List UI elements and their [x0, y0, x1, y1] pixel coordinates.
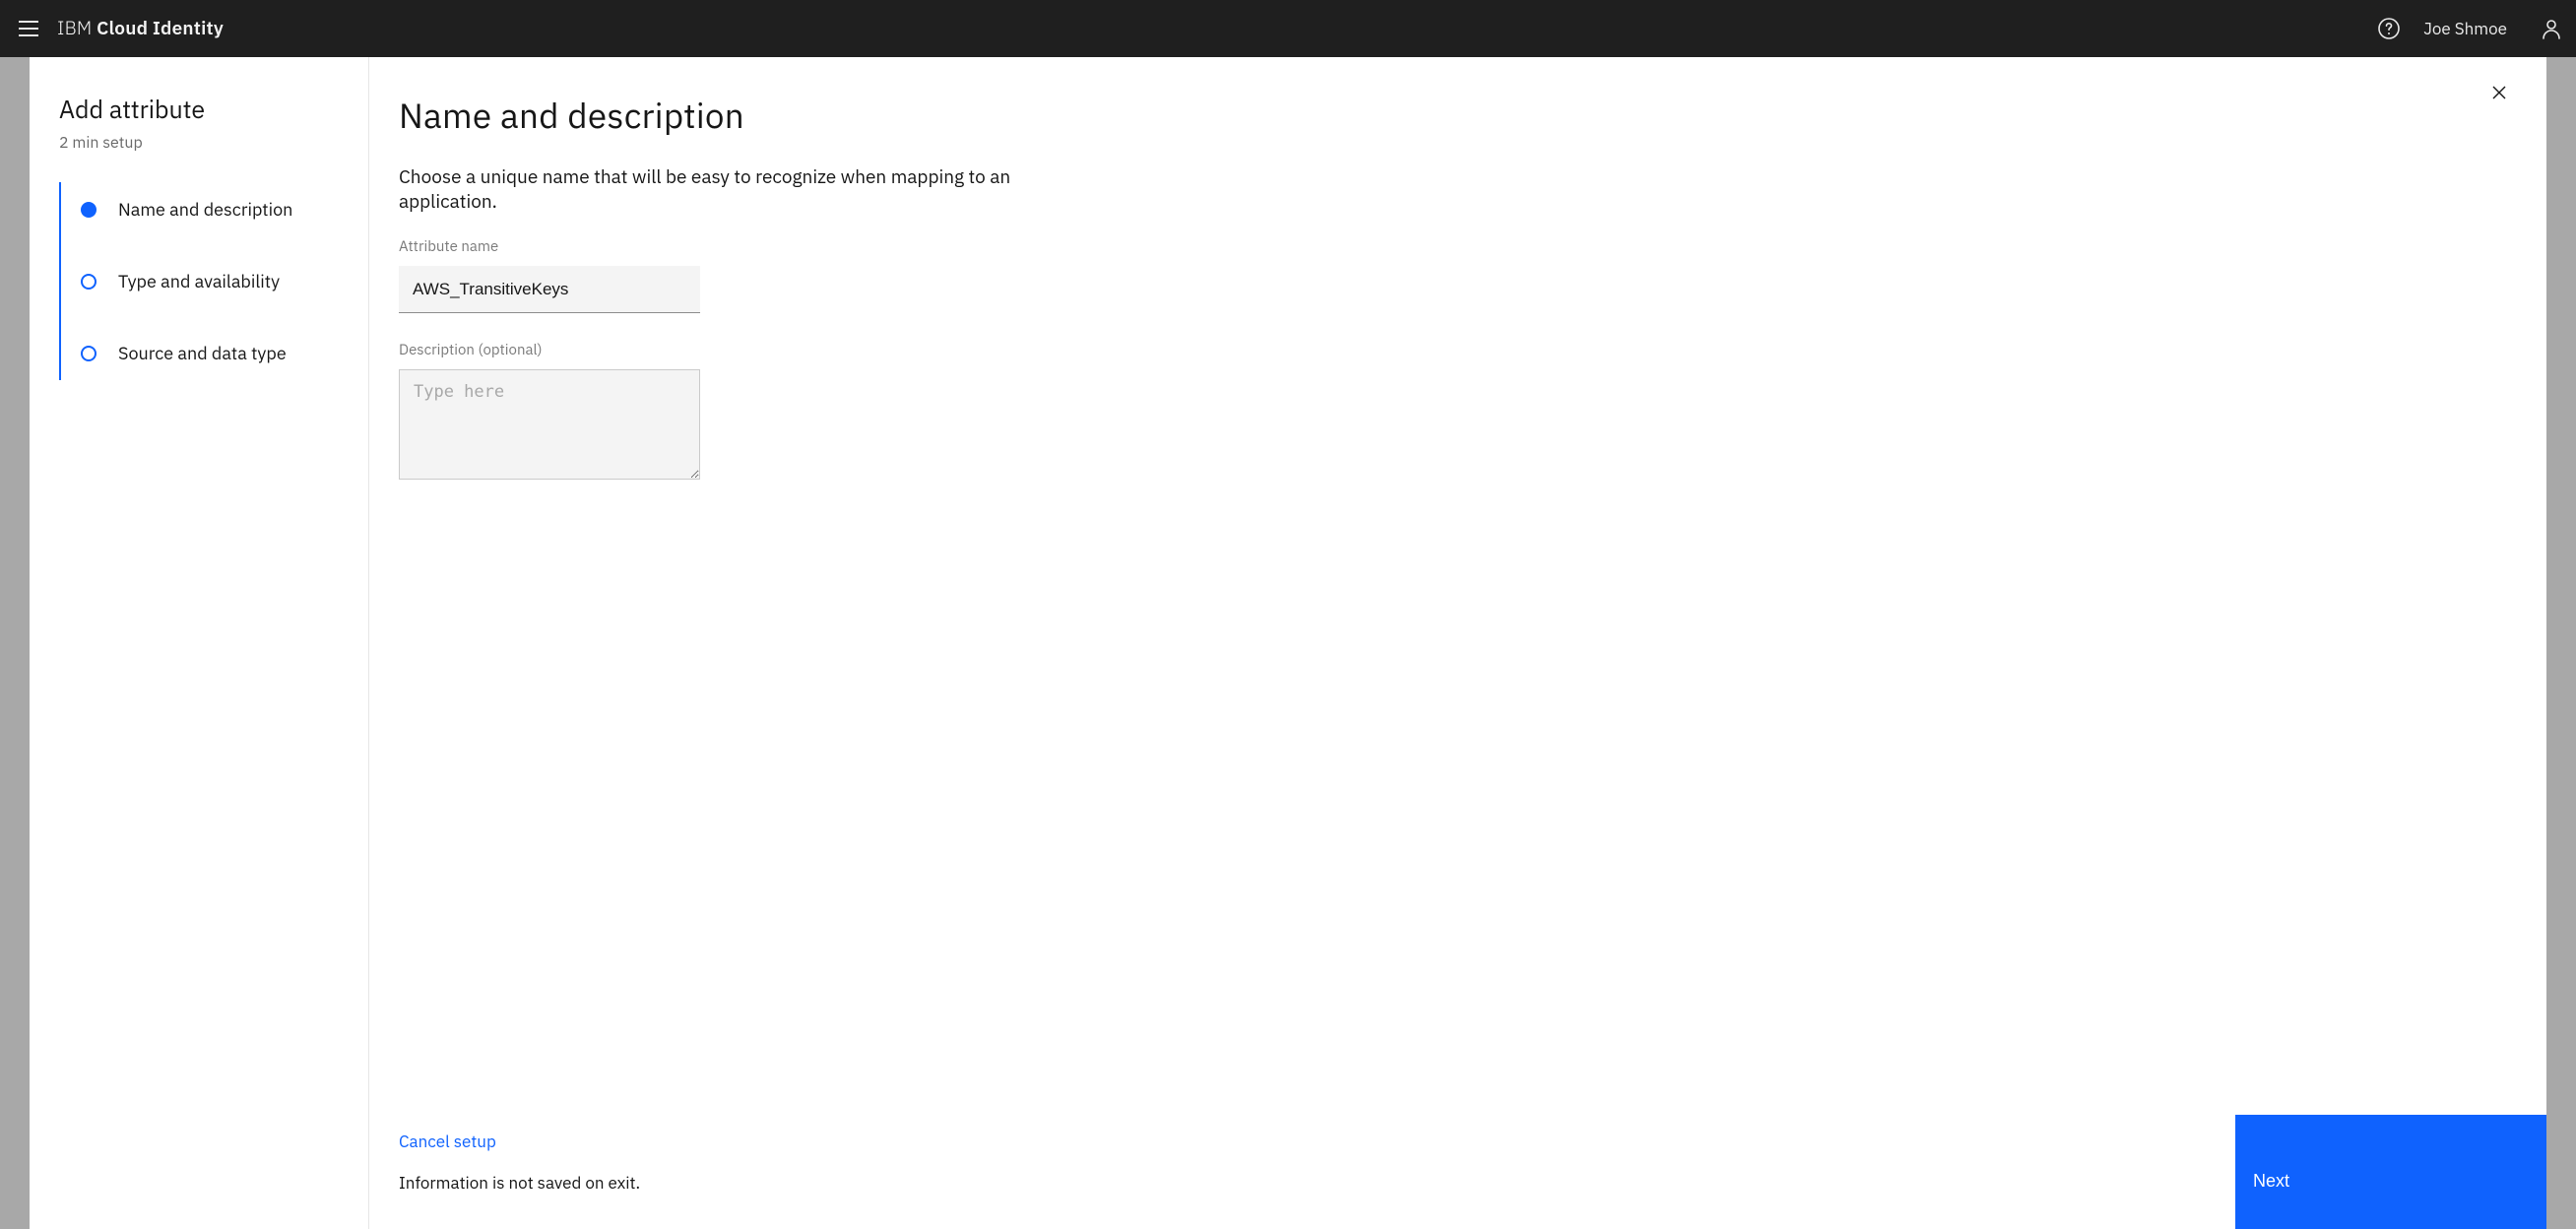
cancel-setup-link[interactable]: Cancel setup	[399, 1131, 496, 1152]
description-textarea[interactable]	[399, 369, 700, 480]
topbar: IBM Cloud Identity Joe Shmoe	[0, 0, 2576, 57]
description-label: Description (optional)	[399, 341, 2517, 359]
step-indicator-current-icon	[81, 202, 97, 218]
wizard-modal: Add attribute 2 min setup Name and descr…	[30, 57, 2546, 1229]
page-intro: Choose a unique name that will be easy t…	[399, 165, 1029, 214]
help-button[interactable]	[2364, 0, 2414, 57]
attribute-name-label: Attribute name	[399, 237, 2517, 256]
step-indicator-upcoming-icon	[81, 346, 97, 361]
step-indicator-upcoming-icon	[81, 274, 97, 290]
wizard-sidebar: Add attribute 2 min setup Name and descr…	[30, 57, 369, 1229]
brand-light: IBM	[57, 17, 97, 40]
next-button[interactable]: Next	[2235, 1115, 2546, 1229]
step-name-description[interactable]: Name and description	[61, 188, 339, 230]
username[interactable]: Joe Shmoe	[2414, 18, 2527, 39]
step-label: Type and availability	[118, 270, 280, 292]
sidebar-subtitle: 2 min setup	[59, 133, 339, 153]
close-icon	[2492, 86, 2506, 99]
step-label: Name and description	[118, 198, 292, 221]
attribute-name-input[interactable]	[399, 266, 700, 313]
user-avatar-button[interactable]	[2527, 0, 2576, 57]
user-icon	[2540, 17, 2563, 40]
close-button[interactable]	[2487, 81, 2511, 104]
menu-button[interactable]	[0, 0, 57, 57]
sidebar-title: Add attribute	[59, 93, 339, 125]
wizard-steps: Name and description Type and availabili…	[59, 182, 339, 380]
wizard-main: Name and description Choose a unique nam…	[369, 57, 2546, 1229]
brand: IBM Cloud Identity	[57, 17, 224, 40]
cancel-area: Cancel setup Information is not saved on…	[399, 1131, 640, 1194]
step-source-datatype[interactable]: Source and data type	[61, 332, 339, 374]
brand-bold: Cloud Identity	[97, 17, 224, 40]
page-title: Name and description	[399, 93, 2517, 138]
help-icon	[2377, 17, 2401, 40]
next-button-label: Next	[2253, 1171, 2289, 1191]
step-type-availability[interactable]: Type and availability	[61, 260, 339, 302]
step-label: Source and data type	[118, 342, 287, 364]
hamburger-icon	[19, 21, 38, 36]
cancel-note: Information is not saved on exit.	[399, 1172, 640, 1194]
